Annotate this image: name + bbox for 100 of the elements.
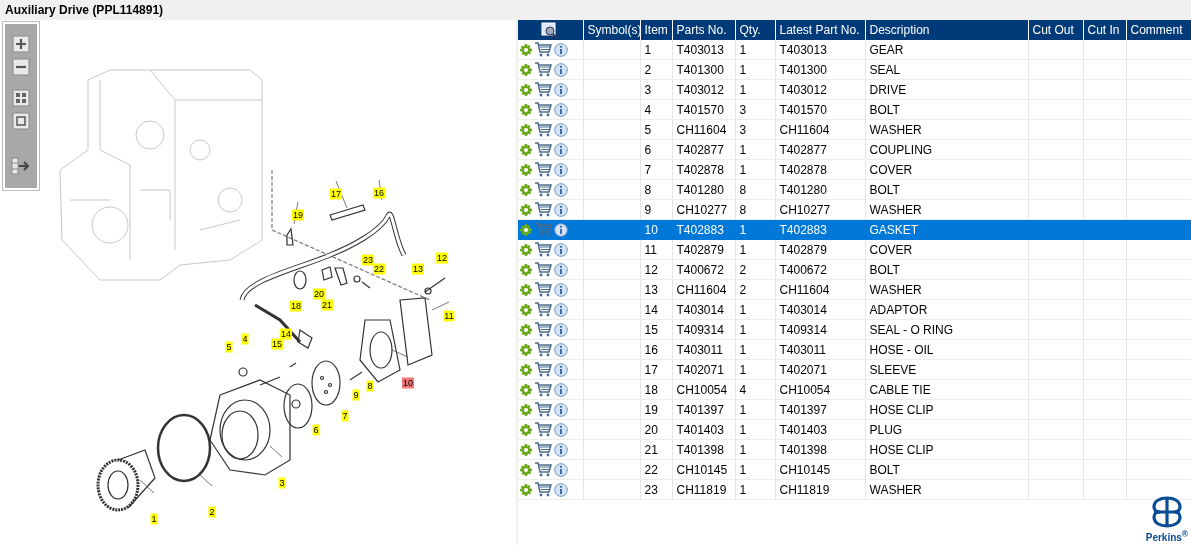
zoom-in-button[interactable] bbox=[10, 34, 32, 54]
callout-number[interactable]: 10 bbox=[402, 377, 414, 389]
info-icon[interactable] bbox=[554, 82, 568, 97]
info-icon[interactable] bbox=[554, 142, 568, 157]
cart-icon[interactable] bbox=[534, 262, 552, 277]
cart-icon[interactable] bbox=[534, 82, 552, 97]
gear-icon[interactable] bbox=[520, 183, 532, 196]
table-row[interactable]: 12 T400672 2 T400672 BOLT bbox=[518, 259, 1191, 280]
grid-view-button[interactable] bbox=[10, 88, 32, 108]
info-icon[interactable] bbox=[554, 262, 568, 277]
cart-icon[interactable] bbox=[534, 482, 552, 497]
callout-number[interactable]: 3 bbox=[278, 477, 286, 489]
table-row[interactable]: 20 T401403 1 T401403 PLUG bbox=[518, 419, 1191, 440]
gear-icon[interactable] bbox=[520, 343, 532, 356]
column-header[interactable]: Item bbox=[640, 20, 672, 40]
table-row[interactable]: 17 T402071 1 T402071 SLEEVE bbox=[518, 359, 1191, 380]
column-header[interactable]: Symbol(s) bbox=[583, 20, 640, 40]
table-row[interactable]: 14 T403014 1 T403014 ADAPTOR bbox=[518, 299, 1191, 320]
table-row[interactable]: 10 T402883 1 T402883 GASKET bbox=[518, 219, 1191, 240]
gear-icon[interactable] bbox=[520, 63, 532, 76]
gear-icon[interactable] bbox=[520, 363, 532, 376]
column-header[interactable]: Description bbox=[865, 20, 1028, 40]
cart-icon[interactable] bbox=[534, 422, 552, 437]
cart-icon[interactable] bbox=[534, 382, 552, 397]
cart-icon[interactable] bbox=[534, 322, 552, 337]
gear-icon[interactable] bbox=[520, 123, 532, 136]
table-row[interactable]: 18 CH10054 4 CH10054 CABLE TIE bbox=[518, 379, 1191, 400]
cart-icon[interactable] bbox=[534, 42, 552, 57]
cart-icon[interactable] bbox=[534, 462, 552, 477]
table-row[interactable]: 22 CH10145 1 CH10145 BOLT bbox=[518, 459, 1191, 480]
cart-icon[interactable] bbox=[534, 142, 552, 157]
info-icon[interactable] bbox=[554, 62, 568, 77]
table-row[interactable]: 21 T401398 1 T401398 HOSE CLIP bbox=[518, 439, 1191, 460]
callout-number[interactable]: 11 bbox=[443, 310, 455, 322]
callout-number[interactable]: 15 bbox=[271, 338, 283, 350]
info-icon[interactable] bbox=[554, 442, 568, 457]
column-header[interactable]: Qty. bbox=[735, 20, 775, 40]
info-icon[interactable] bbox=[554, 42, 568, 57]
panel-arrow-button[interactable] bbox=[10, 156, 32, 176]
gear-icon[interactable] bbox=[520, 243, 532, 256]
info-icon[interactable] bbox=[554, 122, 568, 137]
callout-number[interactable]: 17 bbox=[330, 188, 342, 200]
gear-icon[interactable] bbox=[520, 323, 532, 336]
callout-number[interactable]: 18 bbox=[290, 300, 302, 312]
callout-number[interactable]: 5 bbox=[225, 341, 233, 353]
callout-number[interactable]: 20 bbox=[313, 288, 325, 300]
gear-icon[interactable] bbox=[520, 283, 532, 296]
zoom-out-button[interactable] bbox=[10, 57, 32, 77]
info-icon[interactable] bbox=[554, 342, 568, 357]
gear-icon[interactable] bbox=[520, 403, 532, 416]
table-row[interactable]: 7 T402878 1 T402878 COVER bbox=[518, 159, 1191, 180]
gear-icon[interactable] bbox=[520, 463, 532, 476]
cart-icon[interactable] bbox=[534, 362, 552, 377]
gear-icon[interactable] bbox=[520, 483, 532, 496]
callout-number[interactable]: 14 bbox=[280, 328, 292, 340]
gear-icon[interactable] bbox=[520, 103, 532, 116]
table-row[interactable]: 4 T401570 3 T401570 BOLT bbox=[518, 99, 1191, 120]
table-row[interactable]: 11 T402879 1 T402879 COVER bbox=[518, 239, 1191, 260]
info-icon[interactable] bbox=[554, 322, 568, 337]
info-icon[interactable] bbox=[554, 382, 568, 397]
cart-icon[interactable] bbox=[534, 342, 552, 357]
callout-number[interactable]: 8 bbox=[366, 380, 374, 392]
info-icon[interactable] bbox=[554, 242, 568, 257]
table-row[interactable]: 15 T409314 1 T409314 SEAL - O RING bbox=[518, 319, 1191, 340]
gear-icon[interactable] bbox=[520, 423, 532, 436]
cart-icon[interactable] bbox=[534, 442, 552, 457]
callout-number[interactable]: 6 bbox=[312, 424, 320, 436]
cart-icon[interactable] bbox=[534, 182, 552, 197]
info-icon[interactable] bbox=[554, 282, 568, 297]
callout-number[interactable]: 19 bbox=[292, 209, 304, 221]
gear-icon[interactable] bbox=[520, 303, 532, 316]
column-header[interactable]: Cut In bbox=[1083, 20, 1126, 40]
single-view-button[interactable] bbox=[10, 111, 32, 131]
gear-icon[interactable] bbox=[520, 383, 532, 396]
cart-icon[interactable] bbox=[534, 162, 552, 177]
gear-icon[interactable] bbox=[520, 443, 532, 456]
callout-number[interactable]: 9 bbox=[352, 389, 360, 401]
cart-icon[interactable] bbox=[534, 302, 552, 317]
callout-number[interactable]: 7 bbox=[341, 410, 349, 422]
table-row[interactable]: 6 T402877 1 T402877 COUPLING bbox=[518, 139, 1191, 160]
table-row[interactable]: 1 T403013 1 T403013 GEAR bbox=[518, 40, 1191, 60]
column-header[interactable]: Parts No. bbox=[672, 20, 735, 40]
gear-icon[interactable] bbox=[520, 43, 532, 56]
info-icon[interactable] bbox=[554, 202, 568, 217]
info-icon[interactable] bbox=[554, 222, 568, 237]
table-row[interactable]: 16 T403011 1 T403011 HOSE - OIL bbox=[518, 339, 1191, 360]
callout-number[interactable]: 4 bbox=[241, 333, 249, 345]
callout-number[interactable]: 21 bbox=[321, 299, 333, 311]
table-row[interactable]: 23 CH11819 1 CH11819 WASHER bbox=[518, 479, 1191, 500]
gear-icon[interactable] bbox=[520, 223, 532, 236]
table-row[interactable]: 2 T401300 1 T401300 SEAL bbox=[518, 59, 1191, 80]
callout-number[interactable]: 16 bbox=[373, 187, 385, 199]
callout-number[interactable]: 12 bbox=[436, 252, 448, 264]
table-row[interactable]: 3 T403012 1 T403012 DRIVE bbox=[518, 79, 1191, 100]
info-icon[interactable] bbox=[554, 462, 568, 477]
cart-icon[interactable] bbox=[534, 402, 552, 417]
gear-icon[interactable] bbox=[520, 143, 532, 156]
cart-icon[interactable] bbox=[534, 282, 552, 297]
gear-icon[interactable] bbox=[520, 203, 532, 216]
gear-icon[interactable] bbox=[520, 163, 532, 176]
